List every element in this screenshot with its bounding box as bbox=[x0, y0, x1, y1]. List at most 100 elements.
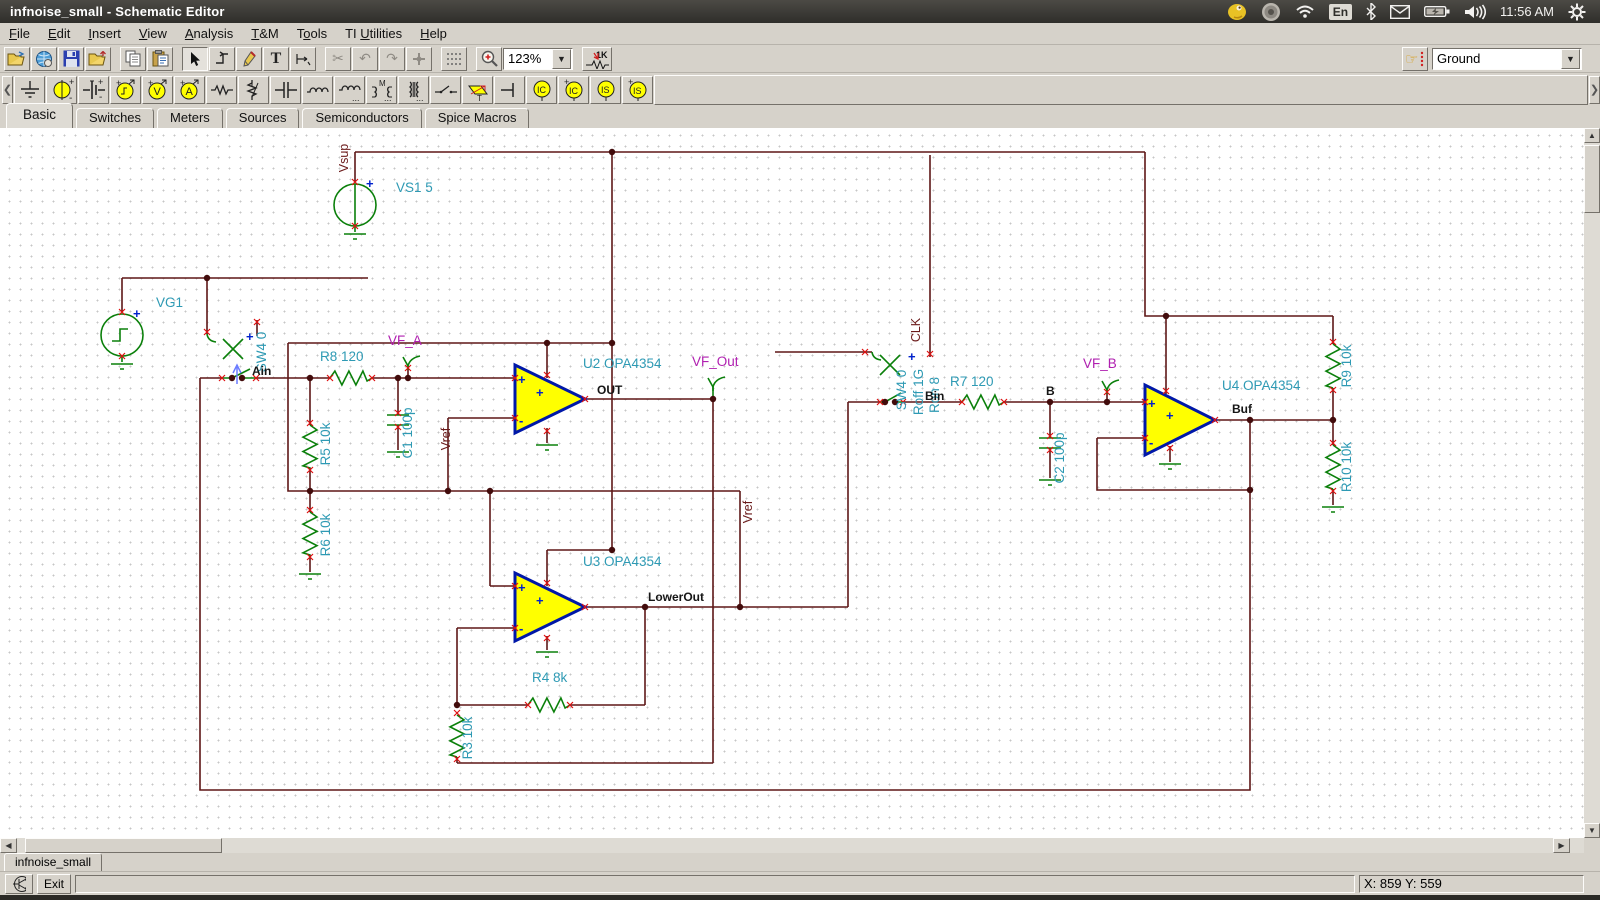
resistor-symbol[interactable] bbox=[303, 512, 317, 555]
ground-symbol[interactable] bbox=[536, 445, 558, 450]
menu-file[interactable]: File bbox=[0, 24, 39, 43]
wire[interactable] bbox=[200, 378, 1250, 790]
palette-scroll-left-button[interactable]: ❮ bbox=[2, 76, 13, 104]
text-tool-button[interactable]: T bbox=[263, 47, 289, 71]
palette-controlled-source-ic-button[interactable]: IC bbox=[526, 76, 557, 104]
zoom-level-combo[interactable]: ▼ bbox=[503, 48, 573, 70]
clock[interactable]: 11:56 AM bbox=[1500, 4, 1554, 19]
select-tool-button[interactable] bbox=[182, 47, 208, 71]
palette-controlled-source-is-plus-button[interactable]: IS+ bbox=[622, 76, 653, 104]
palette-ammeter-button[interactable]: A+ bbox=[174, 76, 205, 104]
scroll-left-button[interactable]: ◀ bbox=[0, 838, 17, 853]
menu-insert[interactable]: Insert bbox=[79, 24, 130, 43]
resistor-symbol[interactable] bbox=[330, 371, 372, 385]
resistor-symbol[interactable] bbox=[1326, 445, 1340, 489]
horizontal-scrollbar[interactable]: ◀ ▶ bbox=[0, 838, 1584, 853]
tab-semiconductors[interactable]: Semiconductors bbox=[302, 108, 421, 128]
component-pointer-button[interactable]: ☞ bbox=[1402, 47, 1428, 71]
tray-app-icon[interactable] bbox=[1227, 3, 1247, 21]
palette-transformer-button[interactable]: ... bbox=[398, 76, 429, 104]
menu-t-m[interactable]: T&M bbox=[242, 24, 287, 43]
tray-volume-wheel-icon[interactable] bbox=[1261, 2, 1281, 22]
menu-help[interactable]: Help bbox=[411, 24, 456, 43]
ground-symbol[interactable] bbox=[536, 652, 558, 657]
bluetooth-icon[interactable] bbox=[1366, 3, 1376, 20]
palette-voltage-controlled-source-button[interactable]: T bbox=[462, 76, 493, 104]
exit-button[interactable]: Exit bbox=[37, 874, 71, 894]
menu-tools[interactable]: Tools bbox=[288, 24, 336, 43]
selected-component-button[interactable] bbox=[5, 874, 33, 894]
palette-controlled-source-ic-plus-button[interactable]: IC+ bbox=[558, 76, 589, 104]
palette-voltage-generator-button[interactable]: + bbox=[110, 76, 141, 104]
save-button[interactable] bbox=[58, 47, 84, 71]
menu-edit[interactable]: Edit bbox=[39, 24, 79, 43]
scroll-up-button[interactable]: ▲ bbox=[1584, 128, 1600, 143]
undo-button[interactable]: ↶ bbox=[352, 47, 378, 71]
component-select-arrow-icon[interactable]: ▼ bbox=[1561, 49, 1580, 69]
schematic-canvas[interactable]: ++++++---++++VsupVS1 5VG1SW4 0AinR8 120V… bbox=[0, 128, 1584, 838]
palette-ground-button[interactable] bbox=[14, 76, 45, 104]
mail-icon[interactable] bbox=[1390, 5, 1410, 19]
import-file-button[interactable] bbox=[85, 47, 111, 71]
wifi-icon[interactable] bbox=[1295, 4, 1315, 19]
tab-spice-macros[interactable]: Spice Macros bbox=[425, 108, 530, 128]
grid-toggle-button[interactable] bbox=[441, 47, 467, 71]
vertical-scroll-thumb[interactable] bbox=[1584, 145, 1600, 213]
palette-open-circuit-button[interactable] bbox=[494, 76, 525, 104]
document-tab[interactable]: infnoise_small bbox=[4, 853, 102, 871]
palette-voltmeter-button[interactable]: V+ bbox=[142, 76, 173, 104]
palette-potentiometer-button[interactable] bbox=[238, 76, 269, 104]
tab-sources[interactable]: Sources bbox=[226, 108, 300, 128]
keyboard-layout-indicator[interactable]: En bbox=[1329, 4, 1352, 20]
redo-button[interactable]: ↷ bbox=[379, 47, 405, 71]
open-web-button[interactable] bbox=[31, 47, 57, 71]
tab-basic[interactable]: Basic bbox=[6, 103, 73, 128]
wire-tool-button[interactable] bbox=[209, 47, 235, 71]
tab-switches[interactable]: Switches bbox=[76, 108, 154, 128]
menu-analysis[interactable]: Analysis bbox=[176, 24, 242, 43]
voltage-probe-symbol[interactable] bbox=[403, 356, 420, 370]
switch-symbol-left[interactable] bbox=[207, 334, 243, 359]
scroll-right-button[interactable]: ▶ bbox=[1553, 838, 1570, 853]
ground-symbol[interactable] bbox=[299, 574, 321, 579]
palette-capacitor-button[interactable] bbox=[270, 76, 301, 104]
cut-button[interactable]: ✂ bbox=[325, 47, 351, 71]
wire[interactable] bbox=[288, 343, 310, 491]
menu-ti-utilities[interactable]: TI Utilities bbox=[336, 24, 411, 43]
wire[interactable] bbox=[1145, 152, 1333, 316]
jumper-1k-tool-button[interactable]: 1K bbox=[582, 47, 612, 71]
zoom-tool-button[interactable] bbox=[476, 47, 502, 71]
palette-switch-button[interactable] bbox=[430, 76, 461, 104]
ground-symbol[interactable] bbox=[1322, 507, 1344, 512]
resistor-symbol[interactable] bbox=[962, 395, 1004, 409]
copy-button[interactable] bbox=[120, 47, 146, 71]
vertical-scrollbar[interactable]: ▲ ▼ bbox=[1584, 128, 1600, 838]
resistor-symbol[interactable] bbox=[303, 425, 317, 468]
palette-battery-button[interactable]: +- bbox=[78, 76, 109, 104]
palette-controlled-source-is-button[interactable]: IS bbox=[590, 76, 621, 104]
ground-symbol[interactable] bbox=[1159, 464, 1181, 469]
battery-icon[interactable] bbox=[1424, 5, 1450, 18]
palette-voltage-source-button[interactable]: +- bbox=[46, 76, 77, 104]
horizontal-scroll-thumb[interactable] bbox=[25, 838, 222, 853]
menu-view[interactable]: View bbox=[130, 24, 176, 43]
ground-symbol[interactable] bbox=[111, 364, 133, 369]
zoom-level-input[interactable] bbox=[504, 50, 552, 67]
component-select-combo[interactable]: Ground ▼ bbox=[1432, 48, 1582, 70]
ground-symbol[interactable] bbox=[344, 234, 366, 239]
palette-coupled-inductor-button[interactable]: ... bbox=[334, 76, 365, 104]
resistor-symbol[interactable] bbox=[528, 698, 570, 712]
volume-icon[interactable] bbox=[1464, 4, 1486, 20]
tab-meters[interactable]: Meters bbox=[157, 108, 223, 128]
dimension-tool-button[interactable] bbox=[290, 47, 316, 71]
palette-mutual-inductance-button[interactable]: M... bbox=[366, 76, 397, 104]
pencil-tool-button[interactable] bbox=[236, 47, 262, 71]
open-file-button[interactable] bbox=[4, 47, 30, 71]
palette-inductor-button[interactable] bbox=[302, 76, 333, 104]
palette-resistor-button[interactable] bbox=[206, 76, 237, 104]
session-gear-icon[interactable] bbox=[1568, 3, 1586, 21]
paste-button[interactable] bbox=[147, 47, 173, 71]
voltage-probe-symbol[interactable] bbox=[1102, 380, 1119, 394]
snap-tool-button[interactable] bbox=[406, 47, 432, 71]
zoom-dropdown-arrow-icon[interactable]: ▼ bbox=[552, 49, 571, 69]
